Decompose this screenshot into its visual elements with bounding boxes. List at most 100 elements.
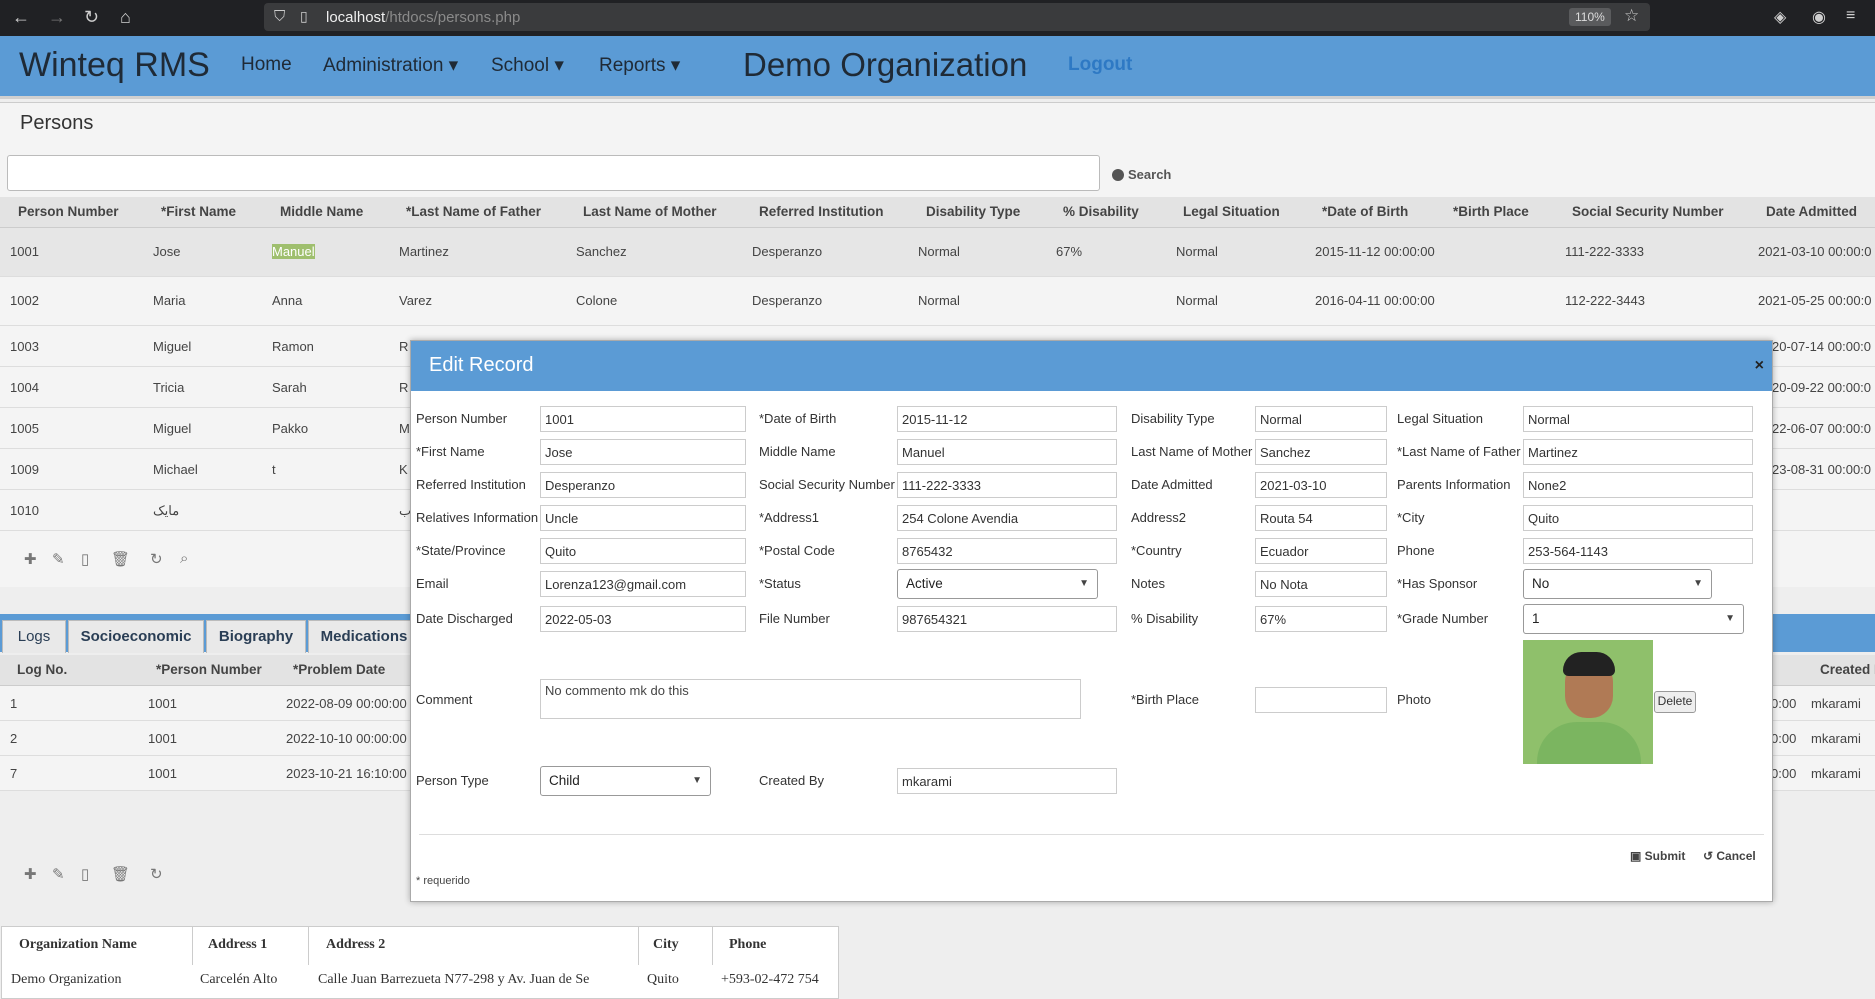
table-row[interactable]: 1001 Jose Manuel Martinez Sanchez Desper…	[0, 228, 1875, 277]
search-icon[interactable]: ⌕	[180, 550, 188, 567]
file-number-field[interactable]: 987654321	[897, 606, 1117, 632]
reload-icon[interactable]: ↻	[84, 7, 99, 27]
brand-logo[interactable]: Winteq RMS	[19, 46, 210, 85]
cell-father: M	[399, 421, 410, 436]
delete-icon[interactable]: 🗑	[111, 865, 130, 883]
cell-father: K	[399, 462, 408, 477]
col-pct-disability[interactable]: % Disability	[1063, 204, 1139, 219]
zoom-badge[interactable]: 110%	[1569, 8, 1611, 26]
tab-biography[interactable]: Biography	[206, 620, 306, 653]
label-country: *Country	[1131, 543, 1182, 558]
tab-logs[interactable]: Logs	[2, 620, 66, 653]
person-number-field[interactable]: 1001	[540, 406, 746, 432]
label-relatives-information: Relatives Information	[416, 510, 539, 525]
cell-mother: Sanchez	[576, 244, 627, 259]
home-icon[interactable]: ⌂	[120, 7, 131, 27]
col-last-name-father[interactable]: *Last Name of Father	[406, 204, 541, 219]
middle-name-field[interactable]: Manuel	[897, 439, 1117, 465]
forward-icon[interactable]: →	[48, 7, 66, 27]
postal-code-field[interactable]: 8765432	[897, 538, 1117, 564]
refresh-icon[interactable]: ↻	[150, 550, 163, 568]
submit-button[interactable]: ▣ Submit	[1630, 849, 1685, 863]
nav-school[interactable]: School ▾	[491, 54, 564, 77]
account-icon[interactable]: ◉	[1812, 7, 1826, 27]
country-field[interactable]: Ecuador	[1255, 538, 1387, 564]
refresh-icon[interactable]: ↻	[150, 865, 163, 883]
first-name-field[interactable]: Jose	[540, 439, 746, 465]
date-discharged-field[interactable]: 2022-05-03	[540, 606, 746, 632]
col-middle-name[interactable]: Middle Name	[280, 204, 363, 219]
close-icon[interactable]: ×	[1755, 357, 1764, 375]
notes-field[interactable]: No Nota	[1255, 571, 1387, 597]
add-icon[interactable]: ✚	[24, 550, 37, 568]
phone-field[interactable]: 253-564-1143	[1523, 538, 1753, 564]
email-field[interactable]: Lorenza123@gmail.com	[540, 571, 746, 597]
col-disability-type[interactable]: Disability Type	[926, 204, 1020, 219]
comment-textarea[interactable]: No commento mk do this	[540, 679, 1081, 719]
delete-photo-button[interactable]: Delete	[1654, 691, 1696, 713]
created-by-field[interactable]: mkarami	[897, 768, 1117, 794]
parents-information-field[interactable]: None2	[1523, 472, 1753, 498]
bookmark-star-icon[interactable]: ☆	[1624, 6, 1639, 26]
city-field[interactable]: Quito	[1523, 505, 1753, 531]
label-disability-type: Disability Type	[1131, 411, 1215, 426]
col-org-address1: Address 1	[208, 937, 268, 952]
view-icon[interactable]: ▯	[81, 550, 89, 568]
address-bar[interactable]: ⛉ ▯ localhost/htdocs/persons.php 110% ☆	[264, 3, 1650, 31]
col-ssn[interactable]: Social Security Number	[1572, 204, 1724, 219]
ssn-field[interactable]: 111-222-3333	[897, 472, 1117, 498]
col-person-number[interactable]: Person Number	[18, 204, 119, 219]
search-input[interactable]	[7, 155, 1100, 191]
status-select[interactable]: Active ▼	[897, 569, 1098, 599]
birth-place-field[interactable]	[1255, 687, 1387, 713]
tab-socioeconomic[interactable]: Socioeconomic	[68, 620, 204, 653]
pct-disability-field[interactable]: 67%	[1255, 606, 1387, 632]
mother-field[interactable]: Sanchez	[1255, 439, 1387, 465]
col-separator	[192, 927, 193, 965]
table-row[interactable]: 1002 Maria Anna Varez Colone Desperanzo …	[0, 277, 1875, 326]
nav-administration[interactable]: Administration ▾	[323, 54, 458, 77]
back-icon[interactable]: ←	[12, 7, 30, 27]
person-type-select[interactable]: Child ▼	[540, 766, 711, 796]
referred-institution-field[interactable]: Desperanzo	[540, 472, 746, 498]
legal-situation-field[interactable]: Normal	[1523, 406, 1753, 432]
search-button[interactable]: Search	[1112, 167, 1171, 182]
edit-icon[interactable]: ✎	[52, 865, 65, 883]
cancel-button[interactable]: ↺ Cancel	[1703, 849, 1756, 863]
col-log-person-number[interactable]: *Person Number	[156, 662, 262, 677]
col-birth-place[interactable]: *Birth Place	[1453, 204, 1529, 219]
nav-home[interactable]: Home	[241, 54, 292, 76]
col-last-name-mother[interactable]: Last Name of Mother	[583, 204, 717, 219]
cell-log-created-by: mkarami	[1811, 766, 1861, 781]
col-log-no[interactable]: Log No.	[17, 662, 67, 677]
father-field[interactable]: Martinez	[1523, 439, 1753, 465]
nav-reports[interactable]: Reports ▾	[599, 54, 680, 77]
address1-field[interactable]: 254 Colone Avendia	[897, 505, 1117, 531]
col-date-of-birth[interactable]: *Date of Birth	[1322, 204, 1408, 219]
has-sponsor-select[interactable]: No ▼	[1523, 569, 1712, 599]
relatives-information-field[interactable]: Uncle	[540, 505, 746, 531]
delete-icon[interactable]: 🗑	[111, 550, 130, 568]
menu-icon[interactable]: ≡	[1846, 7, 1855, 25]
col-created-by[interactable]: Created B	[1820, 662, 1875, 677]
address2-field[interactable]: Routa 54	[1255, 505, 1387, 531]
label-state: *State/Province	[416, 543, 506, 558]
edit-icon[interactable]: ✎	[52, 550, 65, 568]
col-problem-date[interactable]: *Problem Date	[293, 662, 385, 677]
col-date-admitted[interactable]: Date Admitted	[1766, 204, 1857, 219]
logout-link[interactable]: Logout	[1068, 54, 1132, 76]
disability-type-field[interactable]: Normal	[1255, 406, 1387, 432]
add-icon[interactable]: ✚	[24, 865, 37, 883]
cell-log-person: 1001	[148, 766, 177, 781]
grade-number-select[interactable]: 1 ▼	[1523, 604, 1744, 634]
date-admitted-field[interactable]: 2021-03-10	[1255, 472, 1387, 498]
pocket-icon[interactable]: ◈	[1774, 7, 1786, 27]
col-legal-situation[interactable]: Legal Situation	[1183, 204, 1280, 219]
tab-medications[interactable]: Medications	[308, 620, 420, 653]
col-first-name[interactable]: *First Name	[161, 204, 236, 219]
date-of-birth-field[interactable]: 2015-11-12	[897, 406, 1117, 432]
col-referred-institution[interactable]: Referred Institution	[759, 204, 884, 219]
cell-first-name: Maria	[153, 293, 186, 308]
view-icon[interactable]: ▯	[81, 865, 89, 883]
state-field[interactable]: Quito	[540, 538, 746, 564]
